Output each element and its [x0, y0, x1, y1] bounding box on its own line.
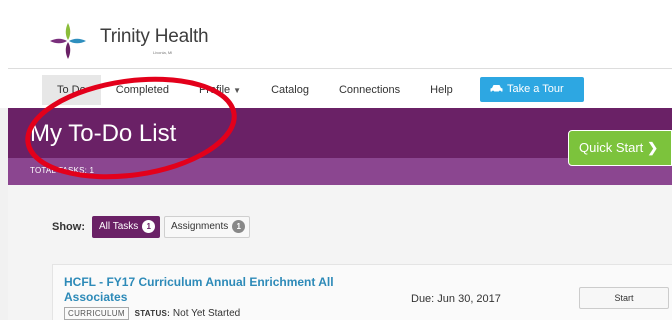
nav-tab-profile[interactable]: Profile ▼: [184, 75, 256, 105]
nav-tab-help[interactable]: Help: [415, 75, 468, 105]
task-due-date: Due: Jun 30, 2017: [411, 293, 501, 305]
trinity-cross-icon: [48, 21, 88, 61]
start-button[interactable]: Start: [579, 287, 669, 309]
filter-label: Assignments: [171, 221, 229, 232]
nav-tab-label: Catalog: [271, 84, 309, 96]
take-a-tour-label: Take a Tour: [507, 83, 564, 95]
brand-subtitle: Livonia, MI: [153, 50, 173, 55]
status-value: Not Yet Started: [172, 308, 241, 319]
nav-divider: [8, 68, 672, 69]
task-card: HCFL - FY17 Curriculum Annual Enrichment…: [52, 264, 672, 320]
filter-assignments-button[interactable]: Assignments 1: [164, 216, 250, 238]
total-tasks: TOTAL TASKS: 1: [30, 166, 95, 175]
page-title: My To-Do List: [30, 120, 177, 147]
brand-name: Trinity Health: [100, 26, 209, 47]
show-label: Show:: [52, 221, 85, 233]
task-title-link[interactable]: HCFL - FY17 Curriculum Annual Enrichment…: [64, 275, 364, 305]
count-badge: 1: [232, 220, 246, 233]
total-tasks-value: 1: [89, 166, 95, 175]
filter-all-tasks-button[interactable]: All Tasks 1: [92, 216, 160, 238]
nav-tab-todo[interactable]: To Do: [42, 75, 101, 105]
nav-tab-completed[interactable]: Completed: [101, 75, 184, 105]
left-gutter: [0, 108, 8, 320]
nav-tab-catalog[interactable]: Catalog: [256, 75, 324, 105]
take-a-tour-button[interactable]: Take a Tour: [480, 77, 584, 102]
main-nav: To Do Completed Profile ▼ Catalog Connect…: [42, 75, 468, 105]
nav-tab-label: Connections: [338, 84, 401, 96]
quick-start-button[interactable]: Quick Start ❯: [568, 130, 672, 166]
nav-tab-label: Completed: [115, 84, 169, 96]
brand-logo[interactable]: Trinity Health Livonia, MI: [48, 20, 209, 62]
chevron-right-icon: ❯: [647, 140, 659, 155]
nav-tab-label: To Do: [57, 84, 86, 96]
car-icon: [490, 78, 503, 93]
status-key: STATUS:: [134, 309, 171, 318]
quick-start-label: Quick Start: [579, 140, 644, 155]
count-badge: 1: [142, 220, 156, 233]
filter-label: All Tasks: [99, 221, 139, 232]
total-tasks-label: TOTAL TASKS: [30, 166, 85, 175]
nav-tab-connections[interactable]: Connections: [324, 75, 415, 105]
task-type-tag: CURRICULUM: [64, 307, 129, 320]
chevron-down-icon: ▼: [233, 86, 242, 95]
task-meta: CURRICULUM STATUS: Not Yet Started: [64, 307, 240, 320]
nav-tab-label: Help: [430, 84, 453, 96]
nav-tab-label: Profile: [198, 84, 231, 96]
